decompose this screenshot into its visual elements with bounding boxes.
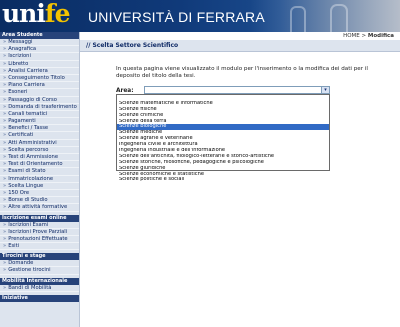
sidebar-item[interactable]: Iscrizioni: [0, 53, 79, 61]
sidebar-item[interactable]: Bandi di Mobilità: [0, 285, 79, 292]
sidebar-item[interactable]: Passaggio di Corso: [0, 97, 79, 104]
banner-building-image: [250, 0, 400, 32]
sidebar-item[interactable]: Domanda di trasferimento: [0, 104, 79, 111]
breadcrumb-current: Modifica: [367, 33, 394, 39]
sidebar-item[interactable]: Scelta percorso: [0, 147, 79, 154]
area-dropdown-list: Scienze matematiche e informatiche Scienz…: [116, 94, 330, 182]
breadcrumb: HOME > Modifica: [80, 32, 400, 40]
sidebar-item[interactable]: Certificati: [0, 132, 79, 140]
sidebar-item[interactable]: 150 Ore: [0, 190, 79, 198]
sidebar-item[interactable]: Anagrafica: [0, 46, 79, 54]
sidebar-menu: Area StudenteMessaggiAnagraficaIscrizion…: [0, 32, 80, 327]
breadcrumb-home-link[interactable]: HOME: [343, 33, 360, 39]
sidebar-item[interactable]: Conseguimento Titolo: [0, 75, 79, 83]
sidebar-item[interactable]: Prenotazioni Effettuate: [0, 236, 79, 244]
breadcrumb-separator: >: [361, 33, 367, 39]
sidebar-item[interactable]: Iscrizioni Esami: [0, 222, 79, 229]
sidebar-section-header: Mobilità Internazionale: [0, 277, 79, 285]
page-description: In questa pagina viene visualizzato il m…: [116, 66, 368, 79]
area-select[interactable]: ▾: [144, 86, 330, 94]
sidebar-item[interactable]: Esami di Stato: [0, 168, 79, 176]
sidebar-section-header: Iniziative: [0, 294, 79, 302]
dropdown-option[interactable]: Scienze politiche e sociali: [117, 177, 329, 183]
sidebar-item[interactable]: Esiti: [0, 243, 79, 251]
sidebar-item[interactable]: Libretto: [0, 61, 79, 68]
sidebar-item[interactable]: Atti Amministrativi: [0, 140, 79, 147]
sidebar-item[interactable]: Canali tematici: [0, 111, 79, 119]
university-name: UNIVERSITÀ DI FERRARA: [88, 9, 265, 25]
sidebar-section-header: Area Studente: [0, 32, 79, 39]
university-logo[interactable]: unife: [2, 0, 71, 28]
sidebar-item[interactable]: Borse di Studio: [0, 197, 79, 205]
sidebar-item[interactable]: Messaggi: [0, 39, 79, 47]
logo-text-main: unife: [2, 0, 71, 28]
sidebar-item[interactable]: Piano Carriera: [0, 82, 79, 90]
sidebar-item[interactable]: Altre attività formative: [0, 204, 79, 212]
sidebar-section-header: Tirocini e stage: [0, 253, 79, 261]
sidebar-item[interactable]: Immatricolazione: [0, 176, 79, 183]
sidebar-item[interactable]: Domande: [0, 260, 79, 268]
sidebar-item[interactable]: Iscrizioni Prove Parziali: [0, 229, 79, 236]
sidebar-item[interactable]: Test di Ammissione: [0, 154, 79, 162]
header-banner: unife UNIVERSITÀ DI FERRARA: [0, 0, 400, 32]
sidebar-item[interactable]: Esoneri: [0, 89, 79, 97]
chevron-down-icon[interactable]: ▾: [321, 87, 329, 93]
sidebar-item[interactable]: Gestione tirocini: [0, 267, 79, 275]
logo-text-accent: fe: [44, 0, 71, 28]
sidebar-item[interactable]: Analisi Carriera: [0, 68, 79, 75]
sidebar-section-header: Iscrizione esami online: [0, 214, 79, 222]
sidebar-item[interactable]: Scelta Lingue: [0, 183, 79, 190]
sidebar-item[interactable]: Benefici / Tasse: [0, 125, 79, 133]
page-title: // Scelta Settore Scientifico: [80, 40, 400, 52]
sidebar-item[interactable]: Pagamenti: [0, 118, 79, 126]
sidebar-item[interactable]: Test di Orientamento: [0, 161, 79, 169]
